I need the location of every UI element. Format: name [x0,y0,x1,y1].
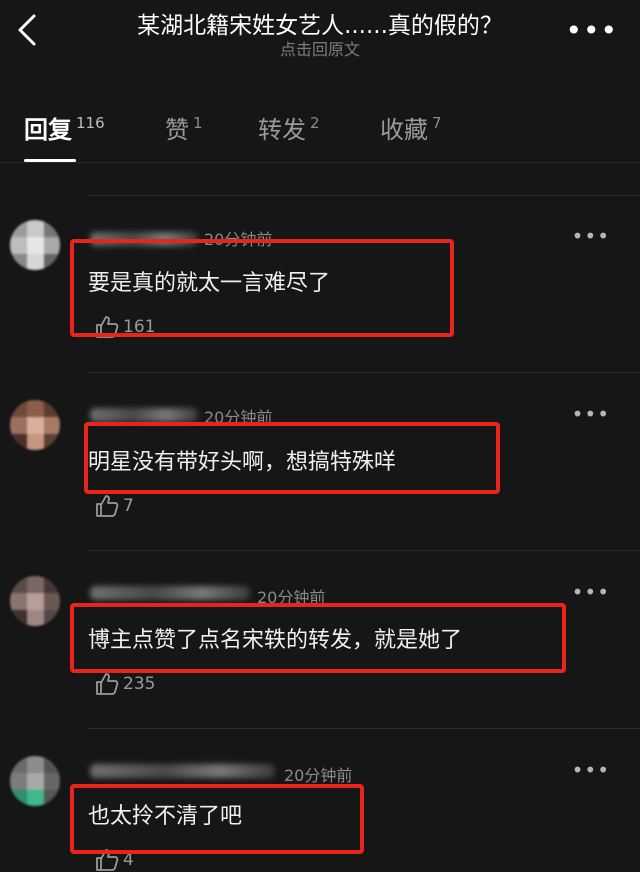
username-blurred[interactable] [90,586,250,600]
like-button[interactable]: 7 [94,494,134,518]
like-count: 7 [123,496,134,516]
tab-likes[interactable]: 赞1 [165,110,203,145]
comment-divider [88,195,640,196]
avatar[interactable] [10,756,60,806]
comment-item: 20分钟前 ••• 也太拎不清了吧 4 [0,746,640,871]
comment-divider [88,372,640,373]
tab-bar: 回复 116 赞1 转发 2 收藏 7 [0,100,640,162]
comment-item: 20分钟前 ••• 要是真的就太一言难尽了 161 [0,212,640,372]
thumbs-up-icon [96,495,119,517]
avatar[interactable] [10,576,60,626]
like-button[interactable]: 161 [94,315,155,339]
chevron-left-icon[interactable] [12,10,42,50]
tab-count: 1 [193,114,203,132]
comment-text: 也太拎不清了吧 [88,804,243,829]
tab-reposts[interactable]: 转发 2 [258,110,320,145]
tab-favorites[interactable]: 收藏 7 [380,110,442,145]
like-button[interactable]: 4 [94,848,134,872]
username-blurred[interactable] [90,408,198,422]
thumbs-up-icon [96,849,119,871]
comment-item: 20分钟前 ••• 博主点赞了点名宋轶的转发，就是她了 235 [0,568,640,728]
tab-label: 回复 [24,116,72,144]
top-bar: 某湖北籍宋姓女艺人......真的假的？ 点击回原文 ••• [0,0,640,62]
like-count: 161 [123,317,156,337]
username-blurred[interactable] [90,232,198,246]
comment-time: 20分钟前 [204,408,273,427]
tab-label: 收藏 [380,116,428,144]
thumbs-up-icon [96,316,119,338]
comment-text: 要是真的就太一言难尽了 [88,271,331,296]
tab-count: 7 [432,114,442,132]
comment-time: 20分钟前 [204,230,273,249]
like-count: 4 [123,850,134,870]
tab-replies[interactable]: 回复 116 [24,110,105,145]
username-blurred[interactable] [90,764,275,778]
page-title: 某湖北籍宋姓女艺人......真的假的？ [137,13,503,39]
avatar[interactable] [10,220,60,270]
tabs-divider [0,162,640,163]
comment-time: 20分钟前 [257,588,326,607]
comment-item: 20分钟前 ••• 明星没有带好头啊，想搞特殊咩 7 [0,390,640,550]
more-horizontal-icon[interactable]: ••• [572,402,610,426]
like-count: 235 [123,674,156,694]
comment-text: 明星没有带好头啊，想搞特殊咩 [88,450,397,475]
back-to-original-link[interactable]: 点击回原文 [70,36,570,60]
more-horizontal-icon[interactable]: ••• [565,14,618,47]
comment-divider [88,550,640,551]
more-horizontal-icon[interactable]: ••• [572,224,610,248]
more-horizontal-icon[interactable]: ••• [572,580,610,604]
comment-time: 20分钟前 [284,766,353,785]
avatar[interactable] [10,400,60,450]
more-horizontal-icon[interactable]: ••• [572,758,610,782]
tab-label: 赞 [165,116,189,144]
tab-label: 转发 [258,116,306,144]
comment-text: 博主点赞了点名宋轶的转发，就是她了 [88,628,463,653]
tab-count: 116 [76,114,105,132]
tab-count: 2 [310,114,320,132]
like-button[interactable]: 235 [94,672,155,696]
thumbs-up-icon [96,673,119,695]
comment-divider [88,728,640,729]
